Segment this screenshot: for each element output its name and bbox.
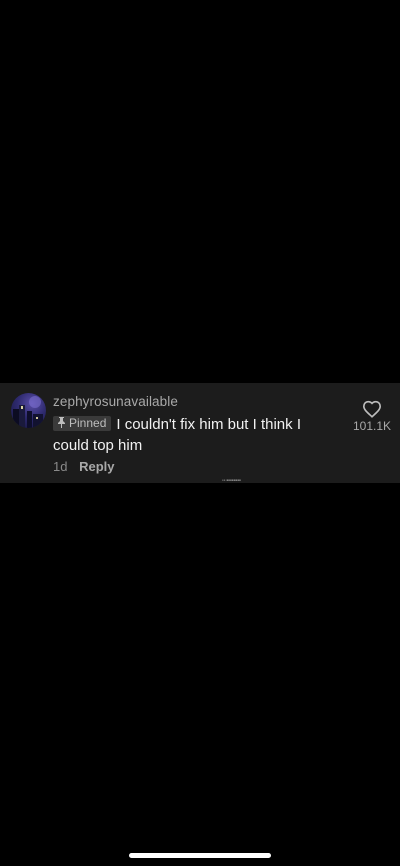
comment-body: Pinned I couldn't fix him but I think I c… [53,414,328,456]
like-count: 101.1K [352,419,392,433]
comment-time: 1d [53,459,68,474]
comment-card: zephyrosunavailable Pinned I couldn't fix… [0,383,400,483]
pinned-label: Pinned [69,416,107,430]
heart-outline-icon [362,400,382,418]
like-button[interactable]: 101.1K [352,400,392,433]
reply-button[interactable]: Reply [79,459,114,474]
pinned-badge: Pinned [53,416,112,431]
watermark: ●● ■■■■■■■■ [222,478,241,482]
avatar-image-icon [13,396,43,428]
comment-meta: 1d Reply [53,459,115,474]
avatar[interactable] [11,393,46,428]
home-indicator[interactable] [129,853,271,858]
comment-username[interactable]: zephyrosunavailable [53,394,178,409]
screen: zephyrosunavailable Pinned I couldn't fix… [0,0,400,866]
pin-icon [58,417,65,428]
